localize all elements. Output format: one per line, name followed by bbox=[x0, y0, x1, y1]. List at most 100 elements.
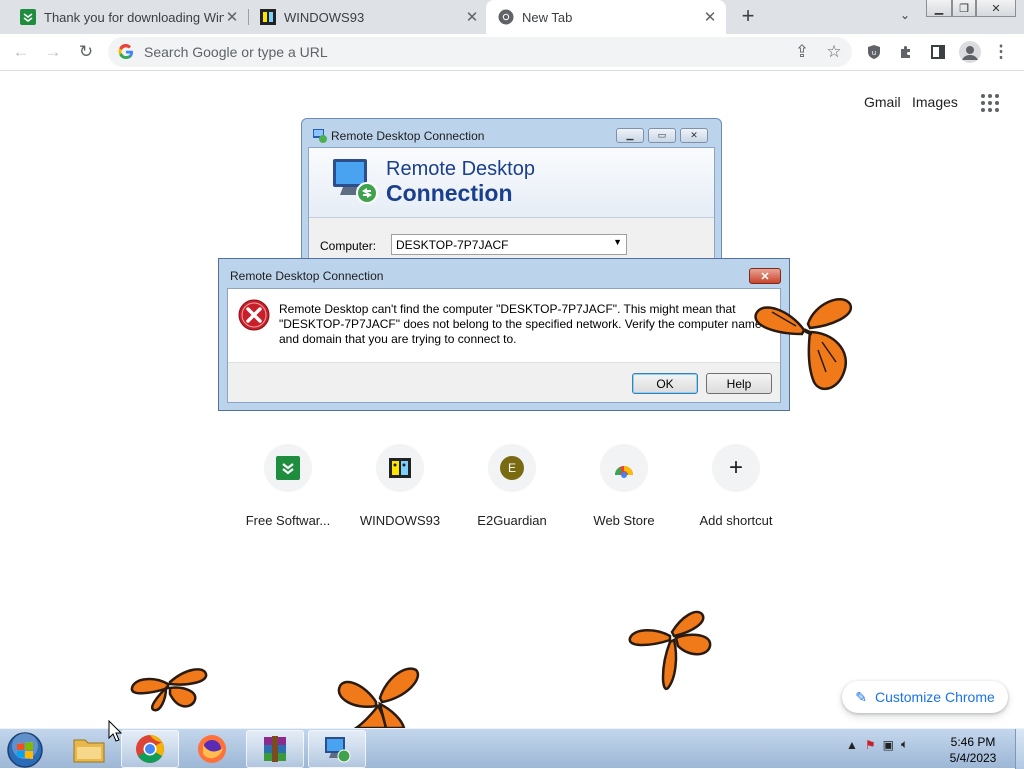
butterfly-icon bbox=[628, 610, 712, 691]
dialog-close-icon[interactable]: ✕ bbox=[749, 268, 781, 284]
shortcut-add[interactable]: + Add shortcut bbox=[680, 444, 792, 528]
profile-avatar-icon[interactable] bbox=[959, 41, 981, 63]
rdc-window-body: Remote Desktop Connection Computer: DESK… bbox=[308, 147, 715, 267]
shortcut-label: Web Store bbox=[593, 513, 655, 528]
free-software-icon bbox=[20, 9, 36, 25]
action-center-flag-icon[interactable]: ⚑ bbox=[865, 738, 876, 752]
ublock-shield-icon[interactable]: u bbox=[864, 42, 884, 62]
tab-close-icon[interactable]: ✕ bbox=[224, 9, 240, 26]
shortcut-label: E2Guardian bbox=[477, 513, 547, 528]
volume-icon[interactable]: 🔈︎ bbox=[901, 737, 908, 752]
remote-desktop-icon bbox=[325, 737, 351, 763]
error-dialog-footer: OK Help bbox=[228, 362, 780, 402]
error-dialog: Remote Desktop Connection ✕ Remote Deskt… bbox=[218, 258, 790, 411]
rdc-title-icon bbox=[313, 129, 327, 143]
tab-separator bbox=[248, 9, 249, 25]
new-tab-plus-icon[interactable]: + bbox=[736, 5, 760, 29]
taskbar-firefox[interactable] bbox=[183, 730, 241, 768]
error-dialog-body: Remote Desktop can't find the computer "… bbox=[227, 288, 781, 403]
rdc-heading-line2: Connection bbox=[386, 180, 513, 206]
tray-expand-icon[interactable]: ▲ bbox=[846, 738, 858, 752]
clock-date: 5/4/2023 bbox=[949, 751, 997, 765]
taskbar-clock[interactable]: 5:46 PM 5/4/2023 bbox=[930, 734, 1016, 766]
network-icon[interactable]: ▣ bbox=[883, 738, 894, 752]
omnibox-input[interactable] bbox=[142, 41, 742, 63]
shortcut-windows93[interactable]: WINDOWS93 bbox=[344, 444, 456, 528]
rdc-window-title: Remote Desktop Connection bbox=[331, 129, 485, 143]
remote-desktop-monitor-icon bbox=[333, 159, 378, 204]
share-icon[interactable]: ⇪ bbox=[792, 42, 812, 62]
taskbar-remote-desktop[interactable] bbox=[308, 730, 366, 768]
system-tray: ▲ ⚑ ▣ 🔈︎ bbox=[846, 737, 908, 752]
clock-time: 5:46 PM bbox=[950, 735, 996, 749]
error-message: Remote Desktop can't find the computer "… bbox=[279, 302, 762, 346]
tab-close-icon[interactable]: ✕ bbox=[464, 9, 480, 26]
web-store-icon bbox=[615, 466, 633, 478]
shortcut-free-software[interactable]: Free Softwar... bbox=[232, 444, 344, 528]
chrome-icon bbox=[498, 9, 514, 25]
butterfly-icon bbox=[337, 667, 420, 728]
butterfly-icon bbox=[130, 668, 208, 712]
side-panel-icon[interactable] bbox=[928, 42, 948, 62]
tab-strip: Thank you for downloading WinRAR ✕ WINDO… bbox=[0, 0, 1024, 34]
taskbar-chrome[interactable] bbox=[121, 730, 179, 768]
mouse-cursor-icon bbox=[108, 720, 122, 742]
tab-close-icon[interactable]: ✕ bbox=[702, 9, 718, 26]
google-g-icon bbox=[118, 44, 133, 60]
shortcut-tile bbox=[376, 444, 424, 492]
gmail-link[interactable]: Gmail bbox=[864, 94, 901, 110]
chrome-menu-kebab-icon[interactable]: ⋮ bbox=[991, 42, 1011, 62]
tab-title: Thank you for downloading WinRAR bbox=[44, 9, 224, 25]
forward-arrow-icon[interactable]: → bbox=[43, 42, 63, 62]
extensions-puzzle-icon[interactable] bbox=[896, 42, 916, 62]
computer-label: Computer: bbox=[320, 239, 377, 253]
butterfly-icon bbox=[754, 298, 853, 391]
shortcut-label: WINDOWS93 bbox=[359, 513, 441, 528]
bookmark-star-icon[interactable]: ☆ bbox=[824, 42, 844, 62]
show-desktop-button[interactable] bbox=[1015, 729, 1024, 769]
window-close-icon[interactable]: ✕ bbox=[976, 0, 1016, 17]
window-controls: ▁ ❐ ✕ bbox=[926, 0, 1016, 18]
back-arrow-icon[interactable]: ← bbox=[11, 42, 31, 62]
shortcut-tile bbox=[600, 444, 648, 492]
customize-label: Customize Chrome bbox=[874, 689, 995, 705]
chrome-icon bbox=[136, 735, 164, 763]
dropdown-arrow-icon[interactable]: ▼ bbox=[613, 237, 622, 247]
windows93-icon bbox=[260, 9, 276, 25]
folder-icon bbox=[73, 739, 105, 763]
plus-icon: + bbox=[728, 454, 743, 481]
shortcut-web-store[interactable]: Web Store bbox=[568, 444, 680, 528]
tab-title: New Tab bbox=[522, 9, 573, 25]
browser-toolbar: ← → ↻ ⇪ ☆ u ⋮ bbox=[0, 34, 1024, 71]
error-dialog-title: Remote Desktop Connection bbox=[230, 269, 384, 283]
shortcut-tile bbox=[264, 444, 312, 492]
close-icon[interactable]: ✕ bbox=[680, 128, 708, 143]
restore-icon[interactable]: ❐ bbox=[952, 0, 976, 17]
customize-chrome-button[interactable]: ✎ Customize Chrome bbox=[842, 681, 1008, 713]
shortcut-e2guardian[interactable]: E E2Guardian bbox=[456, 444, 568, 528]
start-button-icon[interactable] bbox=[6, 731, 44, 769]
restore-icon[interactable]: ▭ bbox=[648, 128, 676, 143]
firefox-icon bbox=[198, 735, 226, 763]
minimize-icon[interactable]: ▁ bbox=[926, 0, 952, 17]
computer-combobox[interactable]: DESKTOP-7P7JACF ▼ bbox=[391, 234, 627, 255]
taskbar-winrar[interactable] bbox=[246, 730, 304, 768]
computer-value: DESKTOP-7P7JACF bbox=[396, 238, 509, 252]
shortcut-tile: E bbox=[488, 444, 536, 492]
images-link[interactable]: Images bbox=[912, 94, 958, 110]
rdc-window: Remote Desktop Connection ▁ ▭ ✕ Remote D… bbox=[301, 118, 722, 268]
shortcut-tile: + bbox=[712, 444, 760, 492]
tab-search-chevron-icon[interactable]: ⌄ bbox=[896, 8, 914, 26]
error-x-icon bbox=[238, 299, 270, 331]
google-apps-grid-icon[interactable] bbox=[981, 94, 999, 112]
tab-winrar[interactable]: Thank you for downloading WinRAR ✕ bbox=[10, 0, 246, 34]
shortcut-label: Add shortcut bbox=[699, 513, 773, 528]
omnibox[interactable]: ⇪ ☆ bbox=[108, 37, 852, 67]
reload-icon[interactable]: ↻ bbox=[76, 42, 96, 62]
tab-windows93[interactable]: WINDOWS93 ✕ bbox=[250, 0, 486, 34]
rdc-window-controls: ▁ ▭ ✕ bbox=[616, 128, 708, 143]
ok-button[interactable]: OK bbox=[632, 373, 698, 394]
tab-new-tab[interactable]: New Tab ✕ bbox=[486, 0, 726, 34]
minimize-icon[interactable]: ▁ bbox=[616, 128, 644, 143]
pencil-icon: ✎ bbox=[855, 688, 867, 705]
